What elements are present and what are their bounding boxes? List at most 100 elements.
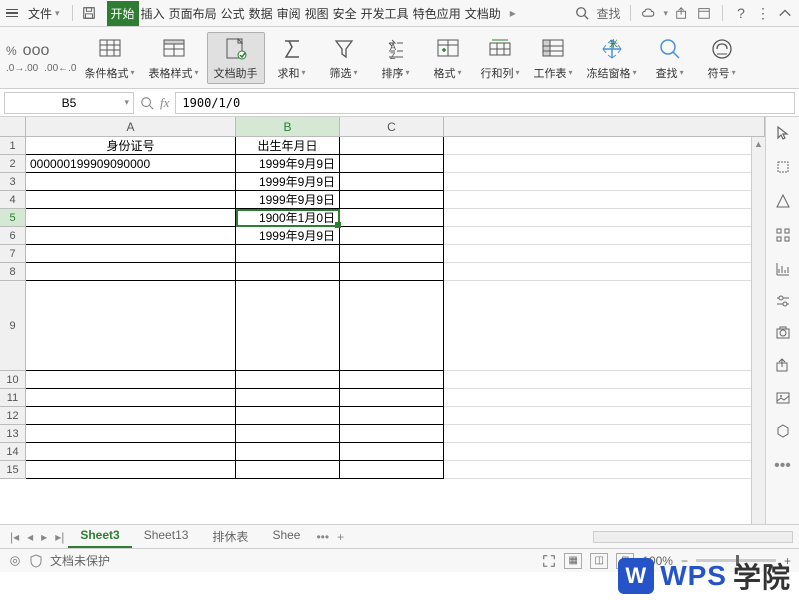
- decrease-decimal-icon[interactable]: .0→.00: [6, 63, 38, 74]
- row-header-13[interactable]: 13: [0, 425, 26, 443]
- more-icon[interactable]: ⋮: [755, 5, 771, 21]
- percent-icon[interactable]: %: [6, 44, 17, 58]
- tab-7[interactable]: 安全: [331, 1, 359, 26]
- cell-8-A[interactable]: [26, 263, 236, 281]
- cell-10-C[interactable]: [340, 371, 444, 389]
- cell-empty[interactable]: [444, 263, 765, 281]
- row-header-14[interactable]: 14: [0, 443, 26, 461]
- sheet-tab-Shee[interactable]: Shee: [260, 525, 312, 548]
- search-fn-icon[interactable]: [140, 96, 154, 110]
- cell-1-B[interactable]: 出生年月日: [236, 137, 340, 155]
- cell-5-A[interactable]: [26, 209, 236, 227]
- cell-empty[interactable]: [444, 461, 765, 479]
- cell-4-B[interactable]: 1999年9月9日: [236, 191, 340, 209]
- column-header-A[interactable]: A: [26, 117, 236, 136]
- cell-6-A[interactable]: [26, 227, 236, 245]
- image-icon[interactable]: [775, 391, 791, 405]
- grid-icon[interactable]: [775, 227, 791, 243]
- cell-3-A[interactable]: [26, 173, 236, 191]
- cell-7-A[interactable]: [26, 245, 236, 263]
- cell-empty[interactable]: [444, 191, 765, 209]
- row-header-6[interactable]: 6: [0, 227, 26, 245]
- cell-1-A[interactable]: 身份证号: [26, 137, 236, 155]
- cell-11-C[interactable]: [340, 389, 444, 407]
- cell-14-B[interactable]: [236, 443, 340, 461]
- ribbon-文档助手[interactable]: 文档助手: [207, 32, 265, 84]
- increase-decimal-icon[interactable]: .00←.0: [44, 63, 76, 74]
- cell-15-C[interactable]: [340, 461, 444, 479]
- row-header-11[interactable]: 11: [0, 389, 26, 407]
- scroll-up-icon[interactable]: ▲: [752, 137, 765, 151]
- ribbon-行和列[interactable]: 行和列▾: [475, 32, 526, 84]
- row-header-5[interactable]: 5: [0, 209, 26, 227]
- sheet-tab-排休表[interactable]: 排休表: [200, 525, 260, 548]
- tab-5[interactable]: 审阅: [275, 1, 303, 26]
- sheet-tab-Sheet3[interactable]: Sheet3: [68, 525, 131, 548]
- prev-sheet-icon[interactable]: ◂: [23, 530, 37, 544]
- column-header-C[interactable]: C: [340, 117, 444, 136]
- cell-empty[interactable]: [444, 281, 765, 371]
- cell-7-C[interactable]: [340, 245, 444, 263]
- fullscreen-icon[interactable]: [542, 554, 556, 568]
- history-icon[interactable]: [696, 5, 712, 21]
- column-header-B[interactable]: B: [236, 117, 340, 136]
- camera-icon[interactable]: [775, 325, 791, 339]
- tab-9[interactable]: 特色应用: [411, 1, 463, 26]
- row-header-10[interactable]: 10: [0, 371, 26, 389]
- cell-3-B[interactable]: 1999年9月9日: [236, 173, 340, 191]
- cursor-icon[interactable]: [775, 125, 791, 141]
- horizontal-scrollbar[interactable]: [593, 531, 793, 543]
- cell-9-C[interactable]: [340, 281, 444, 371]
- shield-icon[interactable]: [30, 554, 42, 568]
- select-all-corner[interactable]: [0, 117, 26, 136]
- add-sheet-button[interactable]: +: [333, 530, 348, 544]
- cell-15-B[interactable]: [236, 461, 340, 479]
- file-menu[interactable]: 文件 ▾: [24, 3, 64, 24]
- help-icon[interactable]: ?: [733, 5, 749, 21]
- cell-10-B[interactable]: [236, 371, 340, 389]
- cell-7-B[interactable]: [236, 245, 340, 263]
- cell-empty[interactable]: [444, 209, 765, 227]
- cell-2-A[interactable]: 000000199909090000: [26, 155, 236, 173]
- vertical-scrollbar[interactable]: ▲: [751, 137, 765, 524]
- column-header-rest[interactable]: [444, 117, 765, 136]
- cell-4-C[interactable]: [340, 191, 444, 209]
- plugin-icon[interactable]: [775, 423, 791, 439]
- settings-icon[interactable]: [8, 554, 22, 568]
- cell-5-C[interactable]: [340, 209, 444, 227]
- tab-1[interactable]: 插入: [139, 1, 167, 26]
- ribbon-求和[interactable]: 求和▾: [267, 32, 317, 84]
- cell-3-C[interactable]: [340, 173, 444, 191]
- row-header-12[interactable]: 12: [0, 407, 26, 425]
- menu-icon[interactable]: [6, 9, 18, 18]
- cell-13-C[interactable]: [340, 425, 444, 443]
- cell-empty[interactable]: [444, 137, 765, 155]
- first-sheet-icon[interactable]: |◂: [6, 530, 23, 544]
- tab-scroll-right[interactable]: ▸: [507, 2, 519, 24]
- cloud-icon[interactable]: [641, 5, 657, 21]
- chart-icon[interactable]: [775, 261, 791, 277]
- cell-15-A[interactable]: [26, 461, 236, 479]
- cell-11-A[interactable]: [26, 389, 236, 407]
- sheet-grid[interactable]: ABC 1身份证号出生年月日20000001999090900001999年9月…: [0, 117, 765, 524]
- search-icon[interactable]: [574, 5, 590, 21]
- tab-4[interactable]: 数据: [247, 1, 275, 26]
- next-sheet-icon[interactable]: ▸: [37, 530, 51, 544]
- cell-12-B[interactable]: [236, 407, 340, 425]
- select-icon[interactable]: [775, 159, 791, 175]
- cell-6-B[interactable]: 1999年9月9日: [236, 227, 340, 245]
- cell-empty[interactable]: [444, 407, 765, 425]
- ribbon-条件格式[interactable]: 条件格式▾: [79, 32, 141, 84]
- cell-14-A[interactable]: [26, 443, 236, 461]
- cell-empty[interactable]: [444, 425, 765, 443]
- cell-11-B[interactable]: [236, 389, 340, 407]
- row-header-2[interactable]: 2: [0, 155, 26, 173]
- cell-13-B[interactable]: [236, 425, 340, 443]
- tab-6[interactable]: 视图: [303, 1, 331, 26]
- ribbon-排序[interactable]: AZ排序▾: [371, 32, 421, 84]
- cell-empty[interactable]: [444, 371, 765, 389]
- view-normal-icon[interactable]: ▦: [564, 553, 582, 569]
- cell-empty[interactable]: [444, 155, 765, 173]
- ribbon-格式[interactable]: 格式▾: [423, 32, 473, 84]
- tab-3[interactable]: 公式: [219, 1, 247, 26]
